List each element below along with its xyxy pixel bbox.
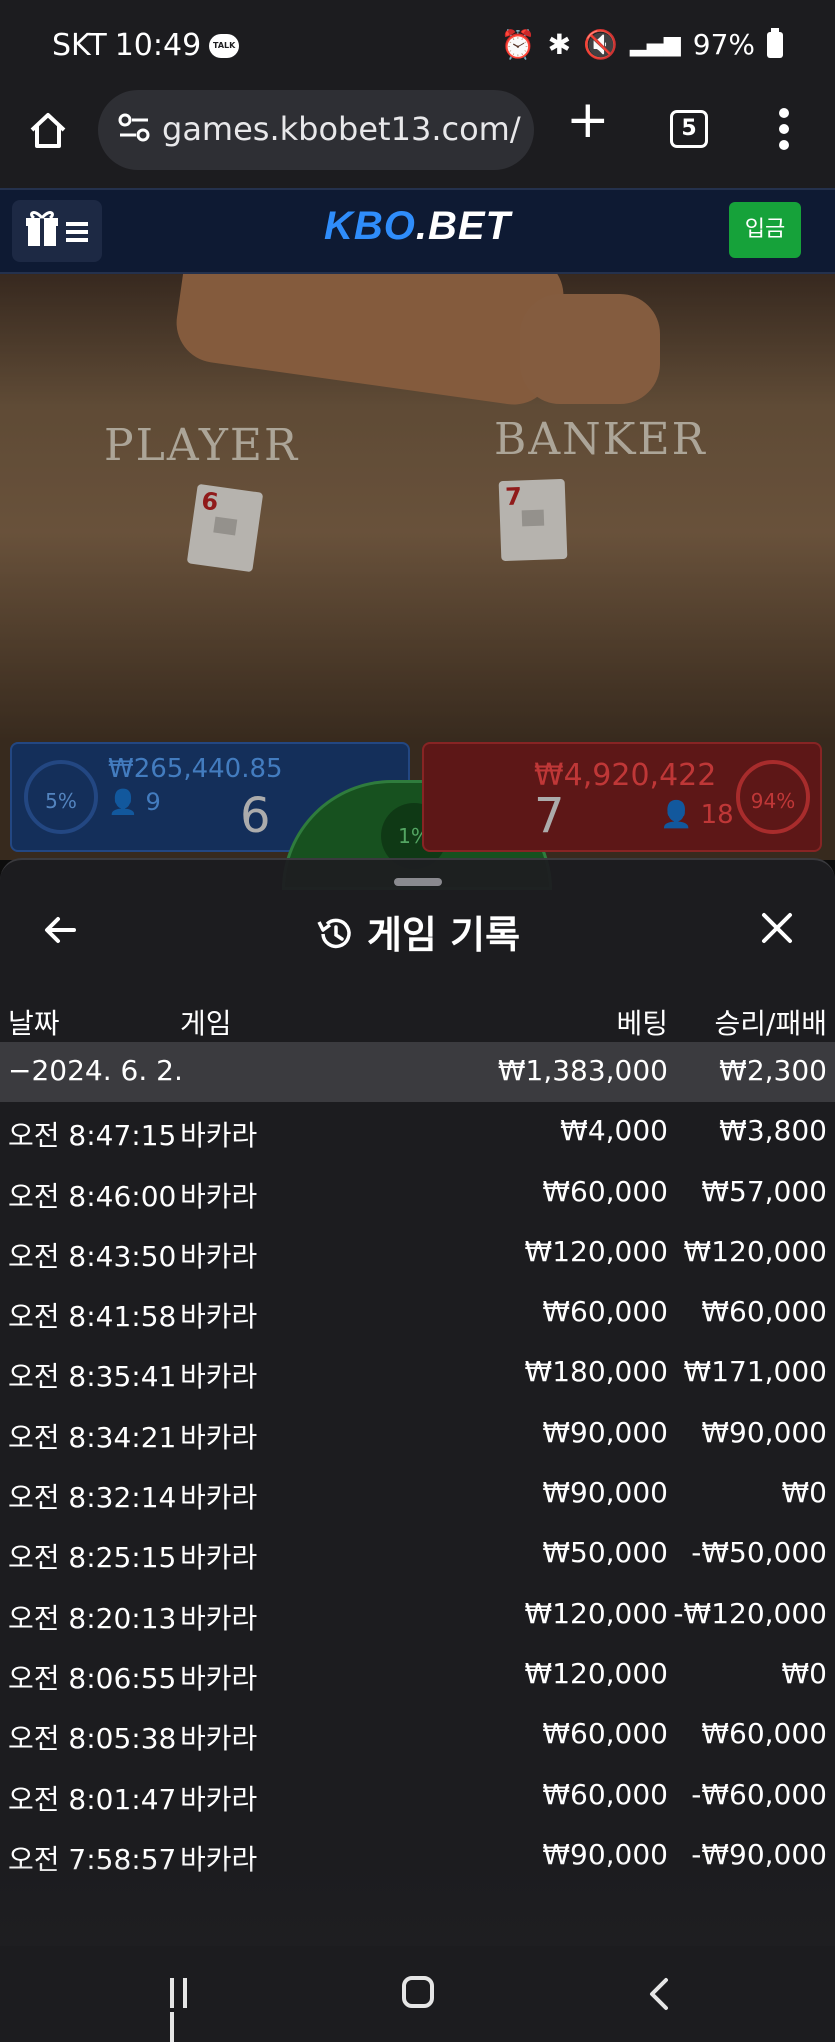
col-wl: 승리/패배 bbox=[714, 1007, 827, 1040]
table-row[interactable]: 오전 8:06:55 바카라 ₩120,000 ₩0 bbox=[0, 1645, 835, 1705]
table-row[interactable]: 오전 8:05:38 바카라 ₩60,000 ₩60,000 bbox=[0, 1705, 835, 1765]
table-row[interactable]: 오전 8:25:15 바카라 ₩50,000 -₩50,000 bbox=[0, 1524, 835, 1584]
table-header: 날짜 게임 베팅 승리/패배 bbox=[0, 990, 835, 1050]
table-row[interactable]: 오전 8:43:50 바카라 ₩120,000 ₩120,000 bbox=[0, 1223, 835, 1283]
site-settings-icon[interactable] bbox=[116, 110, 152, 146]
table-row[interactable]: 오전 8:47:15 바카라 ₩4,000 ₩3,800 bbox=[0, 1102, 835, 1162]
table-row[interactable]: 오전 8:32:14 바카라 ₩90,000 ₩0 bbox=[0, 1464, 835, 1524]
sheet-title: 게임 기록 bbox=[0, 904, 835, 959]
clock: 10:49 bbox=[114, 28, 202, 63]
mute-icon: 🔇 bbox=[583, 28, 618, 61]
table-row[interactable]: 오전 8:20:13 바카라 ₩120,000 -₩120,000 bbox=[0, 1585, 835, 1645]
signal-icon: ▂▄▆ bbox=[630, 32, 681, 57]
home-nav-icon[interactable] bbox=[402, 1976, 434, 2008]
address-bar[interactable]: games.kbobet13.com/La bbox=[98, 90, 534, 170]
table-row[interactable]: 오전 8:35:41 바카라 ₩180,000 ₩171,000 bbox=[0, 1343, 835, 1403]
table-row[interactable]: 오전 8:46:00 바카라 ₩60,000 ₩57,000 bbox=[0, 1163, 835, 1223]
col-game: 게임 bbox=[180, 1007, 232, 1040]
tab-count-button[interactable]: 5 bbox=[670, 110, 708, 148]
screen: SKT 10:49 TALK ⏰ ✱ 🔇 ▂▄▆ 97% games.kbobe… bbox=[0, 0, 835, 2042]
table-row[interactable]: 오전 8:34:21 바카라 ₩90,000 ₩90,000 bbox=[0, 1404, 835, 1464]
date-group-row[interactable]: −2024. 6. 2. ₩1,383,000 ₩2,300 bbox=[0, 1042, 835, 1103]
carrier: SKT bbox=[52, 28, 107, 63]
drag-handle[interactable] bbox=[394, 878, 442, 886]
url-text: games.kbobet13.com/La bbox=[162, 110, 522, 148]
more-icon[interactable] bbox=[778, 108, 790, 154]
history-icon bbox=[317, 918, 351, 949]
battery-text: 97% bbox=[692, 28, 755, 61]
table-row[interactable]: 오전 8:41:58 바카라 ₩60,000 ₩60,000 bbox=[0, 1283, 835, 1343]
site-header: KBO.BET 입금 bbox=[0, 188, 835, 274]
plus-icon[interactable]: + bbox=[566, 94, 610, 146]
col-date: 날짜 bbox=[8, 1007, 60, 1040]
list-fade bbox=[0, 1860, 835, 1948]
system-nav-bar bbox=[0, 1946, 835, 2042]
alarm-icon: ⏰ bbox=[500, 28, 536, 61]
back-nav-icon[interactable] bbox=[640, 1974, 680, 2014]
bluetooth-icon: ✱ bbox=[547, 28, 572, 61]
browser-toolbar: games.kbobet13.com/La + 5 bbox=[0, 90, 835, 188]
talk-icon: TALK bbox=[209, 33, 240, 58]
site-logo[interactable]: KBO.BET bbox=[0, 204, 835, 249]
battery-icon bbox=[767, 27, 783, 58]
recent-apps-icon[interactable] bbox=[170, 1978, 204, 2042]
status-bar: SKT 10:49 TALK ⏰ ✱ 🔇 ▂▄▆ 97% bbox=[0, 0, 835, 90]
table-row[interactable]: 오전 8:01:47 바카라 ₩60,000 -₩60,000 bbox=[0, 1766, 835, 1826]
game-history-sheet: 게임 기록 날짜 게임 베팅 승리/패배 −2024. 6. 2. ₩1,383… bbox=[0, 858, 835, 1948]
close-icon[interactable] bbox=[759, 910, 795, 946]
deposit-button[interactable]: 입금 bbox=[729, 202, 801, 258]
home-icon[interactable] bbox=[26, 108, 70, 152]
history-list: −2024. 6. 2. ₩1,383,000 ₩2,300 오전 8:47:1… bbox=[0, 1042, 835, 1886]
col-bet: 베팅 bbox=[616, 1007, 668, 1040]
